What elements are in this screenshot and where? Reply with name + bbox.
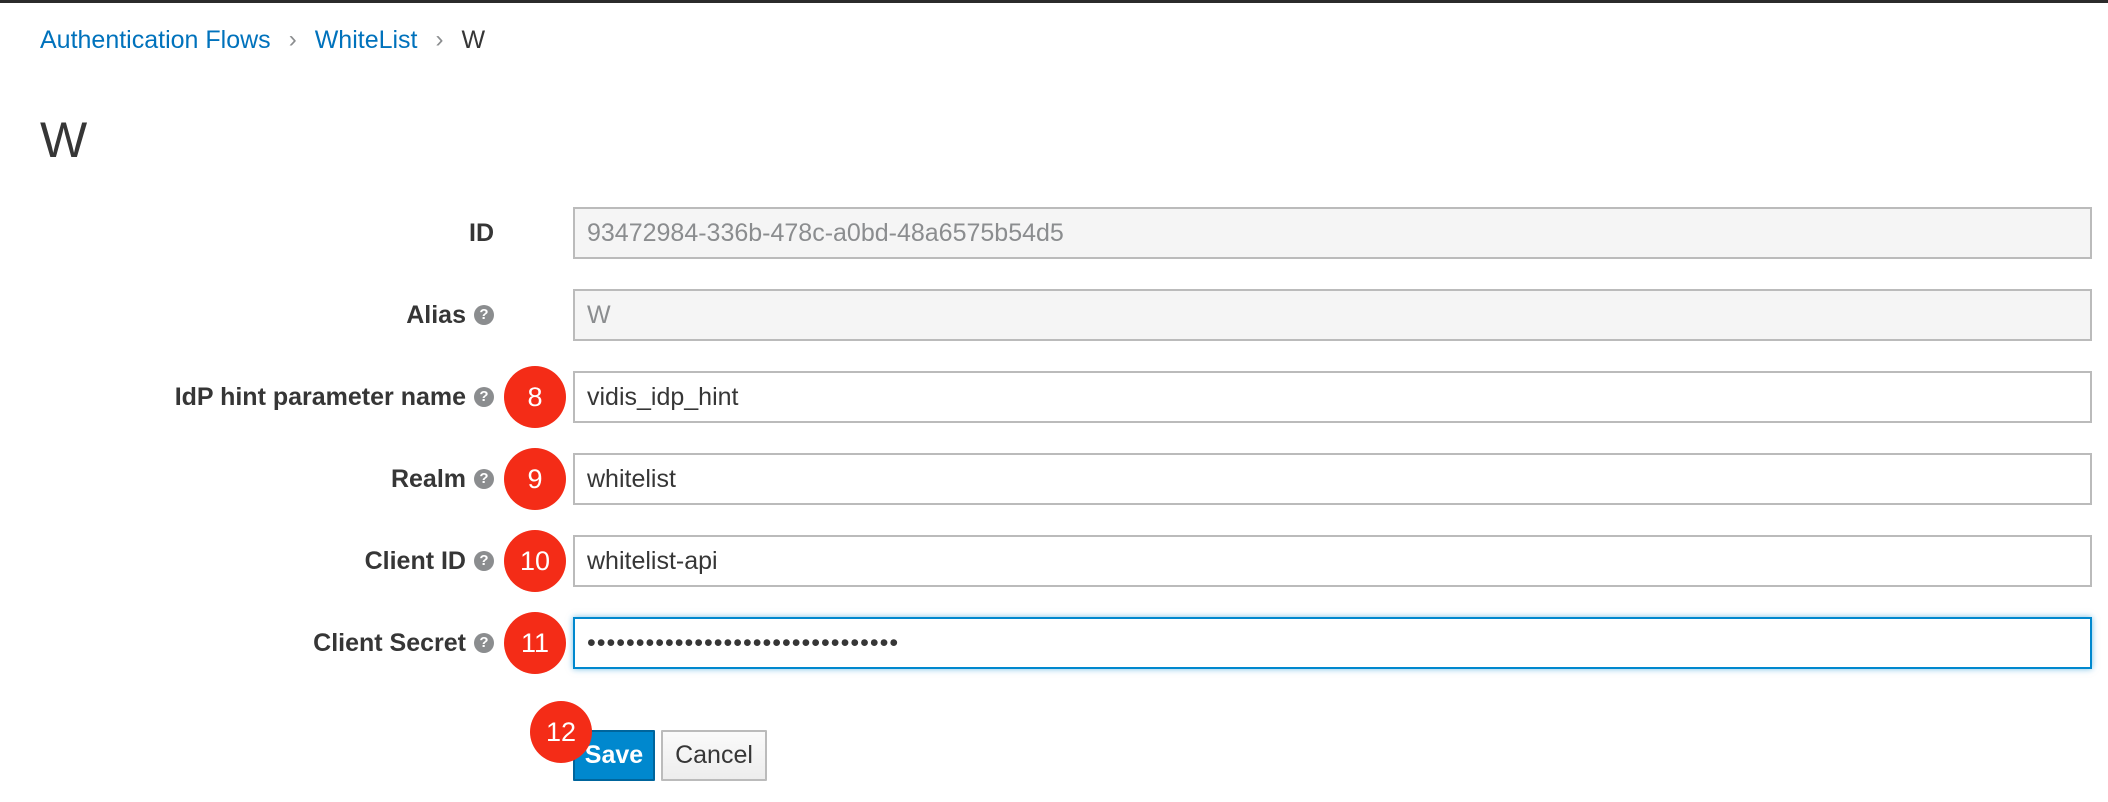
breadcrumb-current: W [461, 25, 486, 54]
field-label-client-secret: Client Secret [313, 628, 466, 657]
idp-hint-parameter-field[interactable] [573, 371, 2092, 423]
question-circle-icon[interactable]: ? [474, 469, 494, 489]
client-secret-field[interactable] [573, 617, 2092, 669]
field-label-alias: Alias [406, 300, 466, 329]
form-row-realm: Realm ? 9 [0, 448, 2108, 510]
cancel-button[interactable]: Cancel [661, 730, 767, 781]
label-wrap-alias: Alias ? [406, 289, 494, 341]
form-row-id: ID [0, 207, 2108, 259]
question-circle-icon[interactable]: ? [474, 633, 494, 653]
breadcrumb-link-authentication-flows[interactable]: Authentication Flows [40, 26, 271, 55]
field-label-realm: Realm [390, 464, 466, 493]
form-row-alias: Alias ? [0, 289, 2108, 341]
alias-field[interactable] [573, 289, 2092, 341]
form-row-idp-hint: IdP hint parameter name ? 8 [0, 366, 2108, 428]
step-badge-12: 12 [530, 701, 592, 763]
label-wrap-realm: Realm ? [391, 453, 494, 505]
page-title: W [40, 112, 88, 168]
question-circle-icon[interactable]: ? [474, 387, 494, 407]
question-circle-icon[interactable]: ? [474, 551, 494, 571]
angle-right-icon: › [435, 26, 444, 53]
step-badge-10: 10 [504, 530, 566, 592]
field-label-id: ID [469, 218, 494, 247]
label-wrap-idp-hint: IdP hint parameter name ? [175, 371, 494, 423]
breadcrumb-link-whitelist[interactable]: WhiteList [315, 26, 418, 55]
angle-right-icon: › [288, 26, 297, 53]
question-circle-icon[interactable]: ? [474, 305, 494, 325]
label-wrap-id: ID [469, 207, 494, 259]
form-row-client-id: Client ID ? 10 [0, 530, 2108, 592]
form-row-client-secret: Client Secret ? 11 [0, 612, 2108, 674]
realm-field[interactable] [573, 453, 2092, 505]
step-badge-11: 11 [504, 612, 566, 674]
label-wrap-client-id: Client ID ? [365, 535, 494, 587]
breadcrumb: Authentication Flows › WhiteList › W [40, 22, 485, 58]
top-border [0, 0, 2108, 3]
label-wrap-client-secret: Client Secret ? [313, 617, 494, 669]
field-label-idp-hint: IdP hint parameter name [174, 382, 466, 411]
id-field[interactable] [573, 207, 2092, 259]
client-id-field[interactable] [573, 535, 2092, 587]
step-badge-9: 9 [504, 448, 566, 510]
field-label-client-id: Client ID [364, 546, 466, 575]
step-badge-8: 8 [504, 366, 566, 428]
